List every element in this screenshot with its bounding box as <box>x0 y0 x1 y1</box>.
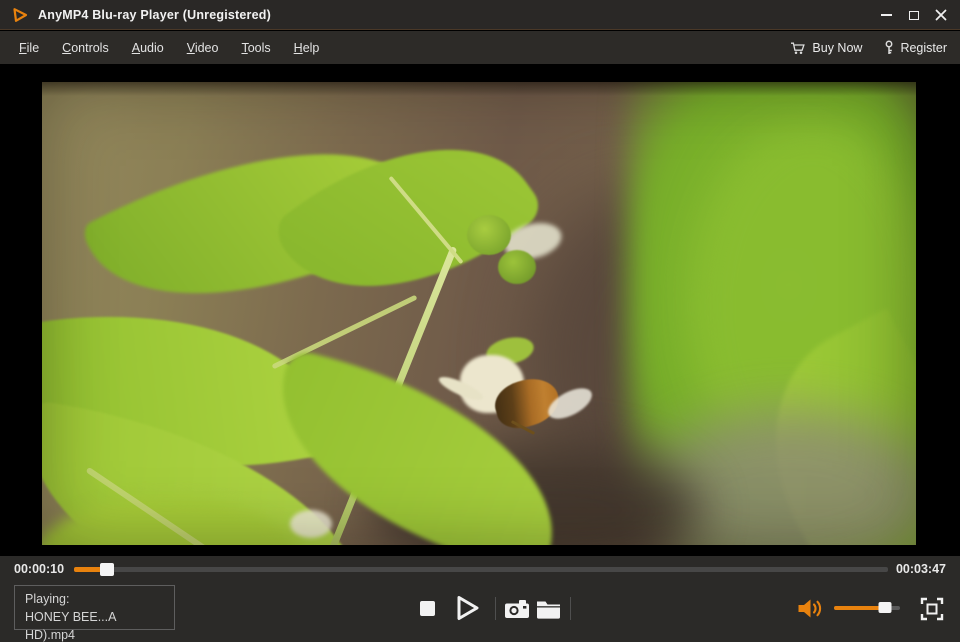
maximize-icon <box>909 11 919 20</box>
speaker-icon <box>797 597 825 620</box>
folder-icon <box>536 599 561 619</box>
menu-video[interactable]: Video <box>186 39 220 57</box>
now-playing-box: Playing: HONEY BEE...A HD).mp4 <box>14 585 175 630</box>
title-bar: AnyMP4 Blu-ray Player (Unregistered) <box>0 0 960 30</box>
stop-icon <box>420 601 435 616</box>
register-button[interactable]: Register <box>884 40 947 55</box>
close-button[interactable] <box>927 2 954 28</box>
buy-now-button[interactable]: Buy Now <box>790 41 862 55</box>
app-window: AnyMP4 Blu-ray Player (Unregistered) Fil… <box>0 0 960 642</box>
video-art-vignette <box>42 82 916 545</box>
volume-slider-thumb[interactable] <box>879 602 892 613</box>
app-logo-icon <box>11 7 29 23</box>
now-playing-filename: HONEY BEE...A HD).mp4 <box>25 608 164 642</box>
window-controls <box>873 0 954 30</box>
minimize-button[interactable] <box>873 2 900 28</box>
minimize-icon <box>881 14 892 16</box>
menu-bar: File Controls Audio Video Tools Help Buy… <box>0 31 960 64</box>
control-bar: 00:00:10 00:03:47 Playing: HONEY BEE...A… <box>0 556 960 642</box>
snapshot-button[interactable] <box>504 599 530 619</box>
seek-bar[interactable] <box>74 567 888 572</box>
menu-file[interactable]: File <box>18 39 40 57</box>
menu-tools[interactable]: Tools <box>240 39 271 57</box>
now-playing-label: Playing: <box>25 590 164 608</box>
buy-now-label: Buy Now <box>812 41 862 55</box>
current-time: 00:00:10 <box>14 559 64 579</box>
play-button[interactable] <box>451 593 481 623</box>
menu-audio[interactable]: Audio <box>131 39 165 57</box>
maximize-button[interactable] <box>900 2 927 28</box>
fullscreen-icon <box>920 597 944 621</box>
video-display[interactable] <box>42 82 916 545</box>
volume-slider-fill <box>834 606 885 610</box>
controls-divider <box>570 597 571 620</box>
menu-controls[interactable]: Controls <box>61 39 110 57</box>
total-time: 00:03:47 <box>896 559 946 579</box>
open-file-button[interactable] <box>536 599 561 619</box>
fullscreen-button[interactable] <box>920 597 944 621</box>
video-stage <box>0 64 960 556</box>
menu-help[interactable]: Help <box>293 39 321 57</box>
controls-divider <box>495 597 496 620</box>
cart-icon <box>790 41 806 55</box>
play-icon <box>451 593 481 623</box>
register-label: Register <box>900 41 947 55</box>
close-icon <box>935 9 947 21</box>
seek-bar-thumb[interactable] <box>100 563 114 576</box>
menu-right: Buy Now Register <box>790 31 947 64</box>
volume-slider[interactable] <box>834 606 900 610</box>
camera-icon <box>504 599 530 619</box>
key-icon <box>884 40 894 55</box>
stop-button[interactable] <box>419 600 436 617</box>
window-title: AnyMP4 Blu-ray Player (Unregistered) <box>38 8 271 22</box>
volume-button[interactable] <box>797 597 825 620</box>
menu-items: File Controls Audio Video Tools Help <box>0 39 320 57</box>
